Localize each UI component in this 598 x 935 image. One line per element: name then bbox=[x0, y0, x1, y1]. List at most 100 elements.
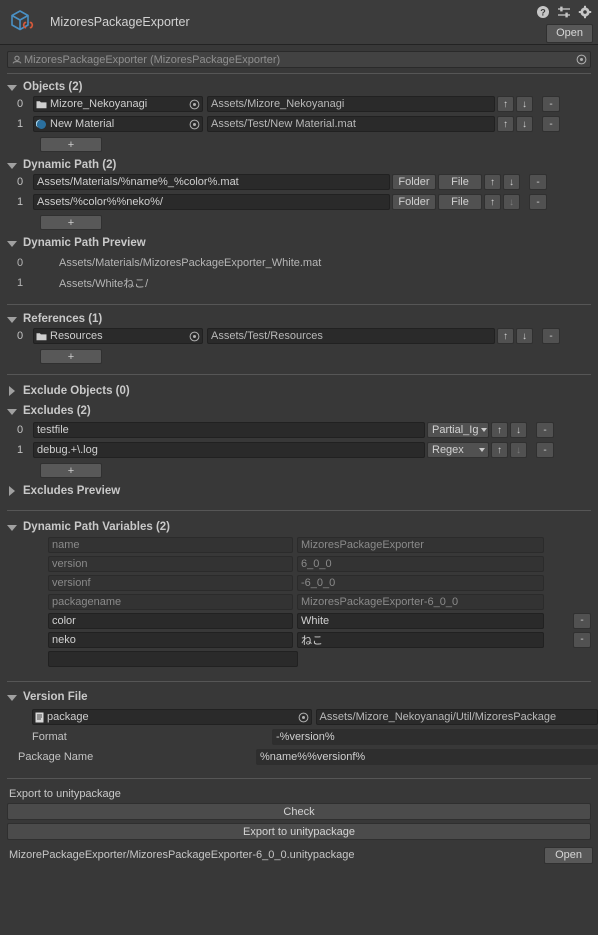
table-row: 0 testfile Partial_Ig ↑ ↓ - bbox=[0, 421, 598, 439]
variable-key-input[interactable]: color bbox=[48, 612, 293, 629]
exclude-pattern-input[interactable]: debug.+\.log bbox=[33, 442, 425, 458]
open-button-header[interactable]: Open bbox=[546, 24, 593, 43]
move-down-button[interactable]: ↓ bbox=[516, 328, 533, 344]
remove-button[interactable]: - bbox=[573, 612, 591, 629]
move-down-button[interactable]: ↓ bbox=[510, 422, 527, 438]
variable-value-input[interactable]: ねこ bbox=[297, 631, 544, 648]
object-field[interactable]: Mizore_Nekoyanagi bbox=[33, 96, 203, 112]
object-picker-icon[interactable] bbox=[189, 119, 200, 131]
open-output-button[interactable]: Open bbox=[544, 846, 593, 864]
section-header-objects[interactable]: Objects (2) bbox=[0, 78, 598, 95]
remove-button[interactable]: - bbox=[536, 422, 554, 438]
dynamic-path-input[interactable]: Assets/%color%%neko%/ bbox=[33, 194, 390, 210]
section-header-references[interactable]: References (1) bbox=[0, 310, 598, 327]
section-header-dynamic-path[interactable]: Dynamic Path (2) bbox=[0, 156, 598, 173]
row-index: 0 bbox=[16, 424, 24, 436]
foldout-closed-icon[interactable] bbox=[9, 385, 15, 396]
file-button[interactable]: File bbox=[438, 194, 482, 210]
foldout-closed-icon[interactable] bbox=[9, 485, 15, 496]
version-file-object-field[interactable]: package bbox=[32, 709, 312, 725]
section-header-excludes-preview[interactable]: Excludes Preview bbox=[0, 482, 598, 499]
table-row: 1 debug.+\.log Regex ↑ ↓ - bbox=[0, 441, 598, 459]
remove-button[interactable]: - bbox=[573, 631, 591, 648]
move-down-button[interactable]: ↓ bbox=[503, 174, 520, 190]
exclude-mode-value: Regex bbox=[432, 444, 464, 456]
section-header-excludes[interactable]: Excludes (2) bbox=[0, 402, 598, 419]
object-field[interactable]: New Material bbox=[33, 116, 203, 132]
variable-value-input: 6_0_0 bbox=[297, 555, 544, 572]
variable-value-input[interactable]: White bbox=[297, 612, 544, 629]
remove-button[interactable]: - bbox=[542, 116, 560, 132]
folder-button[interactable]: Folder bbox=[392, 194, 436, 210]
object-picker-icon[interactable] bbox=[576, 54, 587, 68]
variable-key-input[interactable]: neko bbox=[48, 631, 293, 648]
move-up-button[interactable]: ↑ bbox=[484, 174, 501, 190]
file-button[interactable]: File bbox=[438, 174, 482, 190]
add-dynamic-path-button[interactable]: + bbox=[40, 215, 102, 230]
move-down-button[interactable]: ↓ bbox=[503, 194, 520, 210]
exclude-pattern-input[interactable]: testfile bbox=[33, 422, 425, 438]
export-section-label: Export to unitypackage bbox=[9, 788, 121, 800]
row-index: 1 bbox=[16, 196, 24, 208]
remove-button[interactable]: - bbox=[542, 96, 560, 112]
package-name-input[interactable]: %name%%versionf% bbox=[256, 749, 598, 765]
object-picker-icon[interactable] bbox=[298, 712, 309, 724]
row-index: 1 bbox=[16, 444, 24, 456]
export-button[interactable]: Export to unitypackage bbox=[7, 823, 591, 840]
section-label-objects: Objects (2) bbox=[23, 80, 83, 93]
section-header-exclude-objects[interactable]: Exclude Objects (0) bbox=[0, 382, 598, 399]
move-up-button[interactable]: ↑ bbox=[497, 96, 514, 112]
foldout-open-icon[interactable] bbox=[7, 240, 17, 247]
move-down-button[interactable]: ↓ bbox=[516, 96, 533, 112]
move-down-button[interactable]: ↓ bbox=[510, 442, 527, 458]
foldout-open-icon[interactable] bbox=[7, 162, 17, 169]
move-up-button[interactable]: ↑ bbox=[497, 328, 514, 344]
version-file-row: package Assets/Mizore_Nekoyanagi/Util/Mi… bbox=[0, 707, 598, 727]
add-object-button[interactable]: + bbox=[40, 137, 102, 152]
remove-button[interactable]: - bbox=[529, 174, 547, 190]
foldout-open-icon[interactable] bbox=[7, 316, 17, 323]
foldout-open-icon[interactable] bbox=[7, 524, 17, 531]
foldout-open-icon[interactable] bbox=[7, 694, 17, 701]
move-down-button[interactable]: ↓ bbox=[516, 116, 533, 132]
gear-icon[interactable] bbox=[578, 5, 592, 19]
foldout-open-icon[interactable] bbox=[7, 84, 17, 91]
folder-icon bbox=[36, 100, 47, 109]
section-header-version-file[interactable]: Version File bbox=[0, 688, 598, 705]
divider bbox=[7, 510, 591, 511]
move-up-button[interactable]: ↑ bbox=[484, 194, 501, 210]
folder-button[interactable]: Folder bbox=[392, 174, 436, 190]
move-up-button[interactable]: ↑ bbox=[491, 442, 508, 458]
table-row: versionf -6_0_0 bbox=[0, 573, 598, 592]
asset-object-field[interactable]: MizoresPackageExporter (MizoresPackageEx… bbox=[7, 51, 591, 68]
divider bbox=[7, 778, 591, 779]
exclude-mode-dropdown[interactable]: Regex bbox=[427, 442, 489, 458]
object-picker-icon[interactable] bbox=[189, 331, 200, 343]
remove-button[interactable]: - bbox=[536, 442, 554, 458]
add-reference-button[interactable]: + bbox=[40, 349, 102, 364]
section-label-dynamic-path: Dynamic Path (2) bbox=[23, 158, 117, 171]
table-row: version 6_0_0 bbox=[0, 554, 598, 573]
add-exclude-button[interactable]: + bbox=[40, 463, 102, 478]
format-input[interactable]: -%version% bbox=[272, 729, 598, 745]
move-up-button[interactable]: ↑ bbox=[497, 116, 514, 132]
object-picker-icon[interactable] bbox=[189, 99, 200, 111]
preview-value: Assets/Materials/MizoresPackageExporter_… bbox=[59, 257, 322, 269]
remove-button[interactable]: - bbox=[529, 194, 547, 210]
section-header-dynamic-path-variables[interactable]: Dynamic Path Variables (2) bbox=[0, 518, 598, 535]
object-field[interactable]: Resources bbox=[33, 328, 203, 344]
help-icon[interactable]: ? bbox=[536, 5, 550, 19]
preset-icon[interactable] bbox=[557, 5, 571, 19]
move-up-button[interactable]: ↑ bbox=[491, 422, 508, 438]
foldout-open-icon[interactable] bbox=[7, 408, 17, 415]
table-row: 0 Resources Assets/Test/Resources ↑ ↓ - bbox=[0, 327, 598, 345]
dynamic-path-input[interactable]: Assets/Materials/%name%_%color%.mat bbox=[33, 174, 390, 190]
variable-new-key-input[interactable] bbox=[48, 650, 298, 667]
add-row-excludes: + bbox=[0, 461, 598, 480]
section-header-dynamic-path-preview[interactable]: Dynamic Path Preview bbox=[0, 234, 598, 251]
check-button[interactable]: Check bbox=[7, 803, 591, 820]
chevron-down-icon bbox=[479, 448, 485, 452]
remove-button[interactable]: - bbox=[542, 328, 560, 344]
exclude-mode-dropdown[interactable]: Partial_Ig bbox=[427, 422, 489, 438]
section-label-dynamic-path-variables: Dynamic Path Variables (2) bbox=[23, 520, 171, 533]
